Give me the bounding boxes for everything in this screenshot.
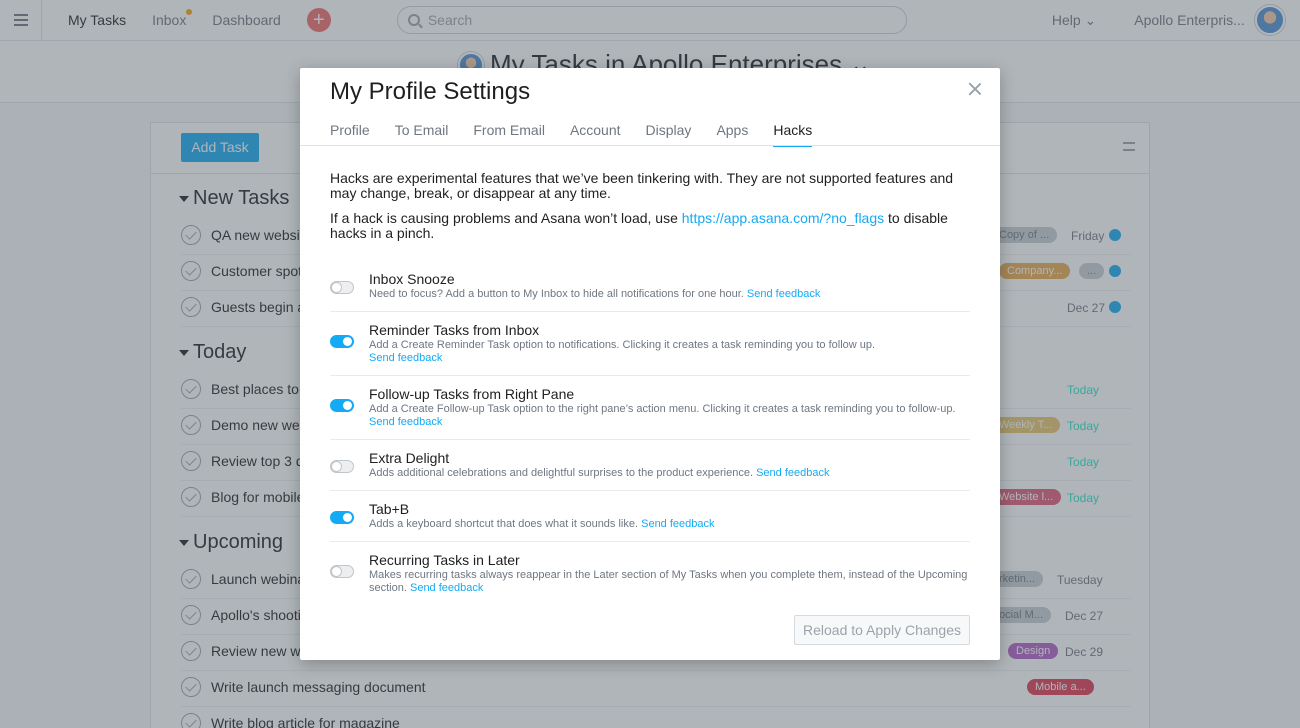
send-feedback-link[interactable]: Send feedback: [369, 416, 442, 428]
toggle-switch[interactable]: [330, 511, 354, 524]
tab-display[interactable]: Display: [646, 122, 692, 147]
hack-description: Adds additional celebrations and delight…: [369, 467, 969, 480]
toggle-switch[interactable]: [330, 565, 354, 578]
hacks-intro: Hacks are experimental features that we’…: [330, 170, 954, 201]
reload-button[interactable]: Reload to Apply Changes: [794, 615, 970, 645]
hack-desc-text: Add a Create Follow-up Task option to th…: [369, 403, 956, 415]
hack-description: Add a Create Follow-up Task option to th…: [369, 403, 969, 429]
hack-name: Tab+B: [369, 501, 410, 517]
hack-description: Makes recurring tasks always reappear in…: [369, 569, 969, 595]
send-feedback-link[interactable]: Send feedback: [747, 288, 820, 300]
hack-desc-text: Add a Create Reminder Task option to not…: [369, 339, 876, 351]
hack-recurring-tasks: Recurring Tasks in Later Makes recurring…: [330, 552, 970, 606]
toggle-switch[interactable]: [330, 460, 354, 473]
hack-reminder-tasks: Reminder Tasks from Inbox Add a Create R…: [330, 322, 970, 376]
tab-profile[interactable]: Profile: [330, 122, 370, 147]
hack-desc-text: Adds additional celebrations and delight…: [369, 467, 754, 479]
hack-name: Extra Delight: [369, 450, 450, 466]
send-feedback-link[interactable]: Send feedback: [369, 352, 442, 364]
toggle-switch[interactable]: [330, 399, 354, 412]
tab-to-email[interactable]: To Email: [395, 122, 449, 147]
hack-desc-text: Need to focus? Add a button to My Inbox …: [369, 288, 744, 300]
hack-name: Inbox Snooze: [369, 271, 455, 287]
hack-description: Need to focus? Add a button to My Inbox …: [369, 288, 969, 301]
close-icon[interactable]: [966, 80, 984, 98]
send-feedback-link[interactable]: Send feedback: [410, 582, 483, 594]
hack-name: Recurring Tasks in Later: [369, 552, 520, 568]
settings-tabs: Profile To Email From Email Account Disp…: [330, 122, 813, 147]
hack-desc-text: Adds a keyboard shortcut that does what …: [369, 518, 639, 530]
tab-apps[interactable]: Apps: [716, 122, 748, 147]
profile-settings-dialog: My Profile Settings Profile To Email Fro…: [300, 68, 1000, 660]
hack-extra-delight: Extra Delight Adds additional celebratio…: [330, 450, 970, 491]
hacks-intro-no-flags: If a hack is causing problems and Asana …: [330, 211, 970, 241]
hack-name: Reminder Tasks from Inbox: [369, 322, 540, 338]
hack-tab-b: Tab+B Adds a keyboard shortcut that does…: [330, 501, 970, 542]
hack-inbox-snooze: Inbox Snooze Need to focus? Add a button…: [330, 271, 970, 312]
hack-follow-up-tasks: Follow-up Tasks from Right Pane Add a Cr…: [330, 386, 970, 440]
tab-account[interactable]: Account: [570, 122, 621, 147]
hack-name: Follow-up Tasks from Right Pane: [369, 386, 575, 402]
hack-description: Add a Create Reminder Task option to not…: [369, 339, 969, 365]
tab-divider: [300, 145, 1000, 146]
tab-hacks[interactable]: Hacks: [773, 122, 813, 147]
send-feedback-link[interactable]: Send feedback: [756, 467, 829, 479]
intro-text: If a hack is causing problems and Asana …: [330, 210, 682, 226]
send-feedback-link[interactable]: Send feedback: [641, 518, 714, 530]
tab-from-email[interactable]: From Email: [473, 122, 545, 147]
toggle-switch[interactable]: [330, 281, 354, 294]
dialog-title: My Profile Settings: [330, 78, 531, 105]
no-flags-link[interactable]: https://app.asana.com/?no_flags: [682, 210, 884, 226]
hack-description: Adds a keyboard shortcut that does what …: [369, 518, 969, 531]
toggle-switch[interactable]: [330, 335, 354, 348]
